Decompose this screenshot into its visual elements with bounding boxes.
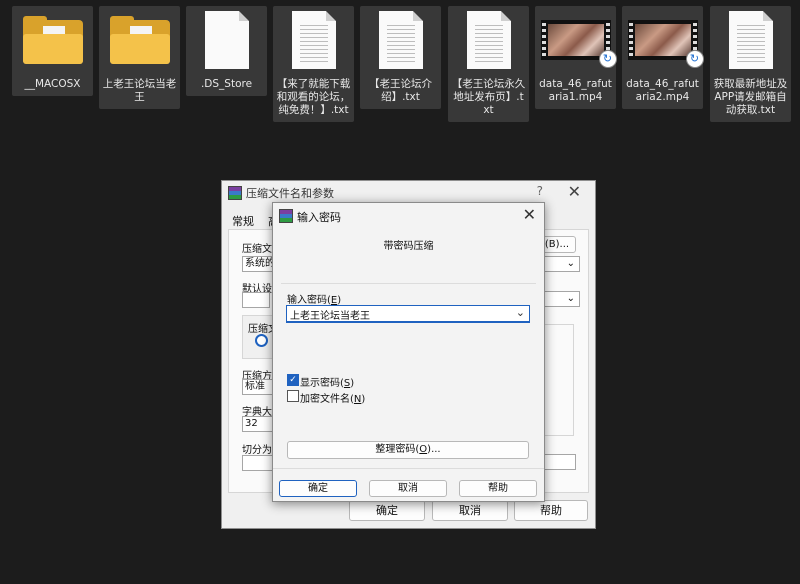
shortcut-badge-icon: ↻	[685, 50, 704, 68]
winrar-icon	[228, 186, 242, 200]
file-tile-macosx[interactable]: __MACOSX	[12, 6, 93, 96]
dialog-titlebar[interactable]: 输入密码 ✕	[273, 203, 544, 227]
method-dropdown[interactable]: 标准	[242, 379, 274, 395]
encrypt-names-label: 加密文件名(N)	[300, 394, 366, 405]
file-name: data_46_rafutaria1.mp4	[539, 78, 612, 103]
password-set-field[interactable]	[544, 454, 576, 470]
file-name: 【老王论坛永久地址发布页】.txt	[451, 78, 526, 116]
password-value: 上老王论坛当老王	[290, 311, 370, 322]
dict-size-dropdown[interactable]: 32	[242, 416, 274, 432]
organize-passwords-button[interactable]: 整理密码(O)...	[287, 441, 529, 459]
cancel-button[interactable]: 取消	[369, 480, 447, 497]
profiles-button[interactable]	[242, 292, 270, 308]
help-button[interactable]: 帮助	[459, 480, 537, 497]
file-tile-txt-4[interactable]: 获取最新地址及APP请发邮箱自动获取.txt	[710, 6, 791, 122]
file-tile-txt-1[interactable]: 【来了就能下载和观看的论坛，纯免费！】.txt	[273, 6, 354, 122]
file-name: 上老王论坛当老王	[102, 78, 177, 103]
split-field[interactable]	[242, 455, 274, 471]
folder-icon	[109, 16, 170, 64]
file-name: 获取最新地址及APP请发邮箱自动获取.txt	[713, 78, 788, 116]
update-mode-dropdown[interactable]: ⌄	[544, 291, 580, 307]
file-tile-txt-3[interactable]: 【老王论坛永久地址发布页】.txt	[448, 6, 529, 122]
dialog-title: 输入密码	[297, 211, 341, 224]
close-icon[interactable]: ✕	[523, 205, 536, 224]
password-dialog: 输入密码 ✕ 带密码压缩 输入密码(E) 上老王论坛当老王 ⌄ ✓ 显示密码(S…	[272, 202, 545, 502]
text-file-icon	[728, 11, 773, 69]
encrypt-names-checkbox[interactable]	[287, 390, 299, 402]
file-tile-txt-2[interactable]: 【老王论坛介绍】.txt	[360, 6, 441, 109]
file-name: data_46_rafutaria2.mp4	[626, 78, 699, 103]
show-password-checkbox[interactable]: ✓	[287, 374, 299, 386]
divider	[281, 283, 536, 284]
file-tile-folder-laowang[interactable]: 上老王论坛当老王	[99, 6, 180, 109]
tab-general[interactable]: 常规	[232, 213, 254, 229]
chevron-down-icon: ⌄	[566, 258, 575, 269]
password-input[interactable]: 上老王论坛当老王 ⌄	[286, 305, 530, 323]
ok-button[interactable]: 确定	[349, 500, 425, 521]
password-label: 输入密码(E)	[287, 295, 342, 306]
ok-button[interactable]: 确定	[279, 480, 357, 497]
folder-icon	[22, 16, 83, 64]
dialog-title: 压缩文件名和参数	[246, 187, 334, 200]
checkmark-icon: ✓	[289, 375, 297, 385]
chevron-down-icon[interactable]: ⌄	[516, 306, 525, 319]
file-tile-ds-store[interactable]: .DS_Store	[186, 6, 267, 96]
show-password-label: 显示密码(S)	[300, 378, 355, 389]
file-icon	[204, 11, 249, 69]
shortcut-badge-icon: ↻	[598, 50, 617, 68]
help-button[interactable]: 帮助	[514, 500, 588, 521]
format-radio[interactable]	[255, 334, 268, 347]
close-icon[interactable]: ✕	[568, 182, 581, 201]
archive-name-label: 压缩文	[242, 244, 272, 255]
text-file-icon	[466, 11, 511, 69]
text-file-icon	[378, 11, 423, 69]
cancel-button[interactable]: 取消	[432, 500, 508, 521]
video-file-icon: ↻	[627, 20, 704, 68]
file-name: 【来了就能下载和观看的论坛，纯免费！】.txt	[276, 78, 351, 116]
dialog-titlebar[interactable]: 压缩文件名和参数 ? ✕	[222, 181, 595, 203]
help-icon[interactable]: ?	[537, 184, 543, 198]
file-tile-mp4-2[interactable]: ↻ data_46_rafutaria2.mp4	[622, 6, 704, 109]
chevron-down-icon: ⌄	[566, 293, 575, 304]
file-name: __MACOSX	[24, 78, 81, 90]
options-group	[544, 324, 574, 436]
dialog-heading: 带密码压缩	[383, 241, 434, 252]
file-name: .DS_Store	[200, 78, 253, 90]
divider	[273, 468, 544, 469]
file-name: 【老王论坛介绍】.txt	[369, 78, 432, 103]
file-tile-mp4-1[interactable]: ↻ data_46_rafutaria1.mp4	[535, 6, 617, 109]
text-file-icon	[291, 11, 336, 69]
archive-name-dropdown[interactable]: ⌄	[544, 256, 580, 272]
winrar-icon	[279, 209, 293, 223]
video-file-icon: ↻	[540, 20, 617, 68]
